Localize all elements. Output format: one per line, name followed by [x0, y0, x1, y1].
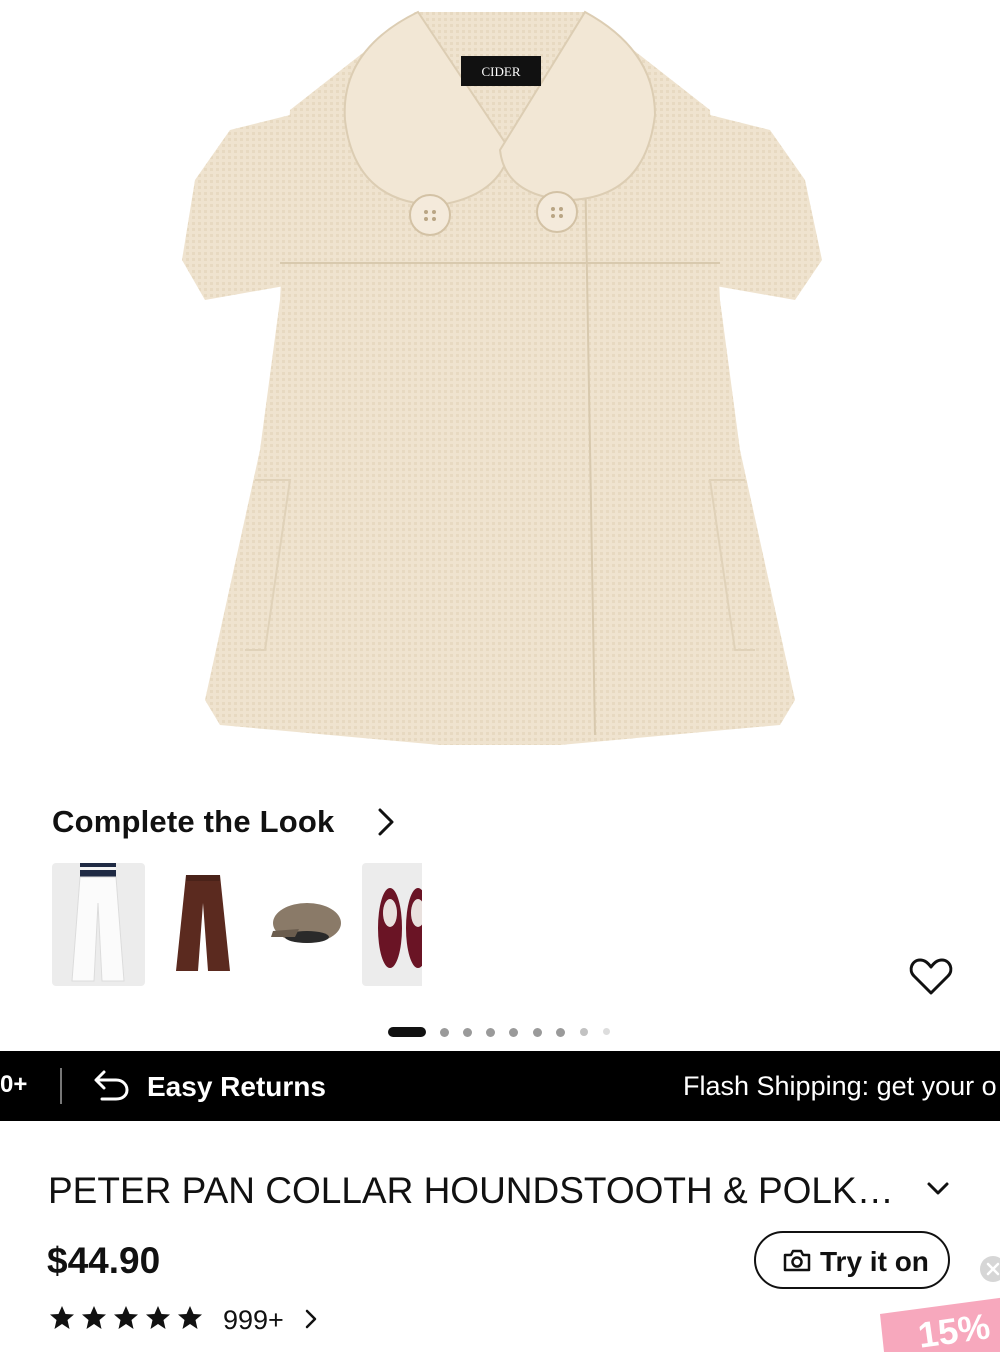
heart-icon [909, 958, 953, 995]
return-arrow-icon [94, 1070, 129, 1101]
carousel-dot[interactable] [509, 1028, 518, 1037]
look-item-ballet-flats[interactable] [362, 863, 422, 986]
carousel-dot[interactable] [440, 1028, 449, 1037]
complete-the-look-card[interactable]: Complete the Look [32, 782, 424, 1004]
banner-divider [60, 1068, 62, 1104]
try-it-on-label: Try it on [820, 1246, 929, 1277]
complete-the-look-title: Complete the Look [52, 804, 335, 839]
product-title: PETER PAN COLLAR HOUNDSTOOTH & POLK… [48, 1170, 894, 1211]
service-banner: 0+ Easy Returns Flash Shipping: get your… [0, 1051, 1000, 1121]
carousel-dot[interactable] [486, 1028, 495, 1037]
chevron-right-icon[interactable] [302, 1307, 320, 1331]
carousel-indicator [388, 1027, 628, 1039]
chevron-down-icon[interactable] [925, 1178, 951, 1200]
carousel-dot[interactable] [556, 1028, 565, 1037]
star-icon [50, 1306, 202, 1329]
review-count[interactable]: 999+ [223, 1305, 284, 1336]
close-icon [986, 1262, 1000, 1276]
carousel-dot-active[interactable] [388, 1027, 426, 1037]
look-item-newsboy-cap[interactable] [259, 863, 352, 986]
look-items-row [52, 863, 422, 987]
rating-stars[interactable] [48, 1303, 208, 1333]
banner-fragment: 0+ [0, 1071, 28, 1098]
product-price: $44.90 [47, 1240, 161, 1281]
favorite-button[interactable] [898, 944, 964, 1010]
carousel-dot[interactable] [603, 1028, 610, 1035]
flash-shipping-text: Flash Shipping: get your o [683, 1071, 997, 1101]
carousel-dot[interactable] [533, 1028, 542, 1037]
chevron-right-icon[interactable] [372, 804, 400, 840]
camera-icon [783, 1249, 811, 1272]
discount-promo-badge[interactable]: 15% [874, 1292, 1000, 1356]
look-item-brown-trousers[interactable] [156, 863, 249, 986]
look-item-white-jeans[interactable] [52, 863, 145, 986]
easy-returns-label: Easy Returns [147, 1071, 326, 1102]
brand-label: CIDER [481, 64, 521, 79]
carousel-dot[interactable] [580, 1028, 588, 1036]
try-it-on-button[interactable]: Try it on [754, 1231, 950, 1289]
promo-close-button[interactable] [980, 1256, 1000, 1282]
carousel-dot[interactable] [463, 1028, 472, 1037]
